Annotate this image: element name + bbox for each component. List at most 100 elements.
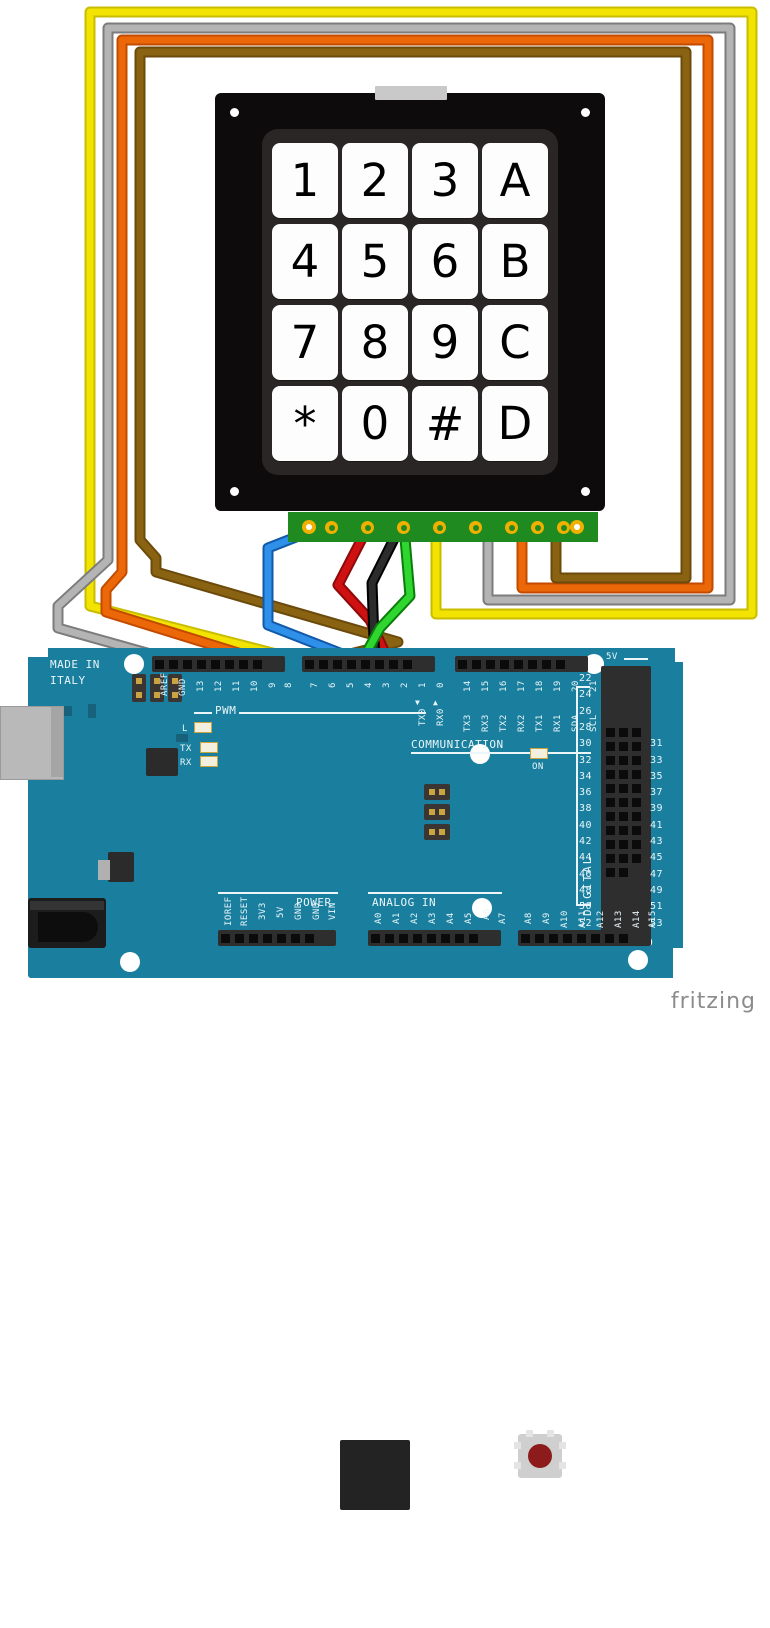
analog-header-b[interactable]	[518, 930, 651, 946]
socket-50[interactable]	[619, 853, 628, 863]
socket-51[interactable]	[632, 853, 641, 863]
keypad-key[interactable]: D	[482, 386, 548, 461]
icsp-header[interactable]	[424, 804, 450, 820]
socket-29[interactable]	[619, 755, 628, 765]
socket-2[interactable]	[374, 659, 384, 669]
socket-a3[interactable]	[412, 933, 422, 943]
socket-41[interactable]	[619, 811, 628, 821]
socket-a13[interactable]	[590, 933, 600, 943]
keypad-key[interactable]: 7	[272, 305, 338, 380]
socket-42[interactable]	[632, 811, 641, 821]
usb-connector[interactable]	[0, 706, 64, 780]
socket-17[interactable]	[499, 659, 509, 669]
keypad-pin-2[interactable]	[361, 521, 374, 534]
socket-46[interactable]	[606, 839, 615, 849]
keypad-key[interactable]: 1	[272, 143, 338, 218]
socket-10[interactable]	[224, 659, 234, 669]
arduino-mega-board[interactable]: MADE IN ITALY AREF GND 13 12 11 10 9 8 7…	[28, 648, 683, 1628]
socket-19[interactable]	[527, 659, 537, 669]
socket-vin[interactable]	[304, 933, 314, 943]
socket-15[interactable]	[471, 659, 481, 669]
keypad-pin-5[interactable]	[469, 521, 482, 534]
socket-a7[interactable]	[468, 933, 478, 943]
socket-3[interactable]	[360, 659, 370, 669]
socket-24[interactable]	[632, 727, 641, 737]
keypad-key[interactable]: 4	[272, 224, 338, 299]
socket-33[interactable]	[632, 769, 641, 779]
keypad-key[interactable]: 9	[412, 305, 478, 380]
keypad-key[interactable]: 8	[342, 305, 408, 380]
keypad-key[interactable]: 3	[412, 143, 478, 218]
keypad-key[interactable]: 2	[342, 143, 408, 218]
socket-a1[interactable]	[384, 933, 394, 943]
socket-a10[interactable]	[548, 933, 558, 943]
socket-a9[interactable]	[534, 933, 544, 943]
socket-8[interactable]	[252, 659, 262, 669]
socket-a11[interactable]	[562, 933, 572, 943]
socket-30[interactable]	[632, 755, 641, 765]
socket-11[interactable]	[210, 659, 220, 669]
socket-aref[interactable]	[154, 659, 164, 669]
socket-4[interactable]	[346, 659, 356, 669]
keypad-key[interactable]: #	[412, 386, 478, 461]
keypad-key-grid[interactable]: 1 2 3 A 4 5 6 B 7 8 9 C * 0 # D	[262, 129, 558, 475]
socket-a0[interactable]	[370, 933, 380, 943]
socket-a14[interactable]	[604, 933, 614, 943]
socket-a12[interactable]	[576, 933, 586, 943]
socket-27[interactable]	[632, 741, 641, 751]
keypad-pin-3[interactable]	[397, 521, 410, 534]
reset-button-cap[interactable]	[528, 1444, 552, 1468]
socket-38[interactable]	[619, 797, 628, 807]
digital-header-22-53[interactable]	[601, 666, 651, 938]
keypad-key[interactable]: B	[482, 224, 548, 299]
digital-header-high[interactable]	[152, 656, 285, 672]
socket-35[interactable]	[619, 783, 628, 793]
socket-14[interactable]	[457, 659, 467, 669]
socket-21[interactable]	[555, 659, 565, 669]
socket-a2[interactable]	[398, 933, 408, 943]
socket-37[interactable]	[606, 797, 615, 807]
socket-40[interactable]	[606, 811, 615, 821]
socket-47[interactable]	[619, 839, 628, 849]
socket-gnd-2[interactable]	[290, 933, 300, 943]
reset-button[interactable]	[514, 1430, 566, 1478]
socket-a4[interactable]	[426, 933, 436, 943]
socket-25[interactable]	[606, 741, 615, 751]
socket-53[interactable]	[619, 867, 628, 877]
socket-23[interactable]	[619, 727, 628, 737]
keypad-pin-7[interactable]	[531, 521, 544, 534]
socket-0[interactable]	[402, 659, 412, 669]
socket-gnd-1[interactable]	[276, 933, 286, 943]
socket-22[interactable]	[606, 727, 615, 737]
power-jack[interactable]	[28, 898, 106, 948]
icsp-header[interactable]	[424, 824, 450, 840]
keypad-pin-6[interactable]	[505, 521, 518, 534]
socket-3v3[interactable]	[248, 933, 258, 943]
socket-5[interactable]	[332, 659, 342, 669]
matrix-keypad[interactable]: 1 2 3 A 4 5 6 B 7 8 9 C * 0 # D	[215, 86, 605, 511]
socket-34[interactable]	[606, 783, 615, 793]
keypad-key[interactable]: 5	[342, 224, 408, 299]
socket-16[interactable]	[485, 659, 495, 669]
socket-49[interactable]	[606, 853, 615, 863]
socket-a5[interactable]	[440, 933, 450, 943]
socket-a6[interactable]	[454, 933, 464, 943]
keypad-pin-8[interactable]	[557, 521, 570, 534]
keypad-key[interactable]: C	[482, 305, 548, 380]
socket-ioref[interactable]	[220, 933, 230, 943]
communication-header[interactable]	[455, 656, 588, 672]
socket-48[interactable]	[632, 839, 641, 849]
socket-18[interactable]	[513, 659, 523, 669]
socket-32[interactable]	[619, 769, 628, 779]
keypad-key[interactable]: 6	[412, 224, 478, 299]
analog-header-a[interactable]	[368, 930, 501, 946]
socket-1[interactable]	[388, 659, 398, 669]
socket-44[interactable]	[619, 825, 628, 835]
socket-26[interactable]	[619, 741, 628, 751]
keypad-pin-4[interactable]	[433, 521, 446, 534]
socket-9[interactable]	[238, 659, 248, 669]
icsp-header[interactable]	[424, 784, 450, 800]
socket-a8[interactable]	[520, 933, 530, 943]
socket-7[interactable]	[304, 659, 314, 669]
keypad-key[interactable]: A	[482, 143, 548, 218]
